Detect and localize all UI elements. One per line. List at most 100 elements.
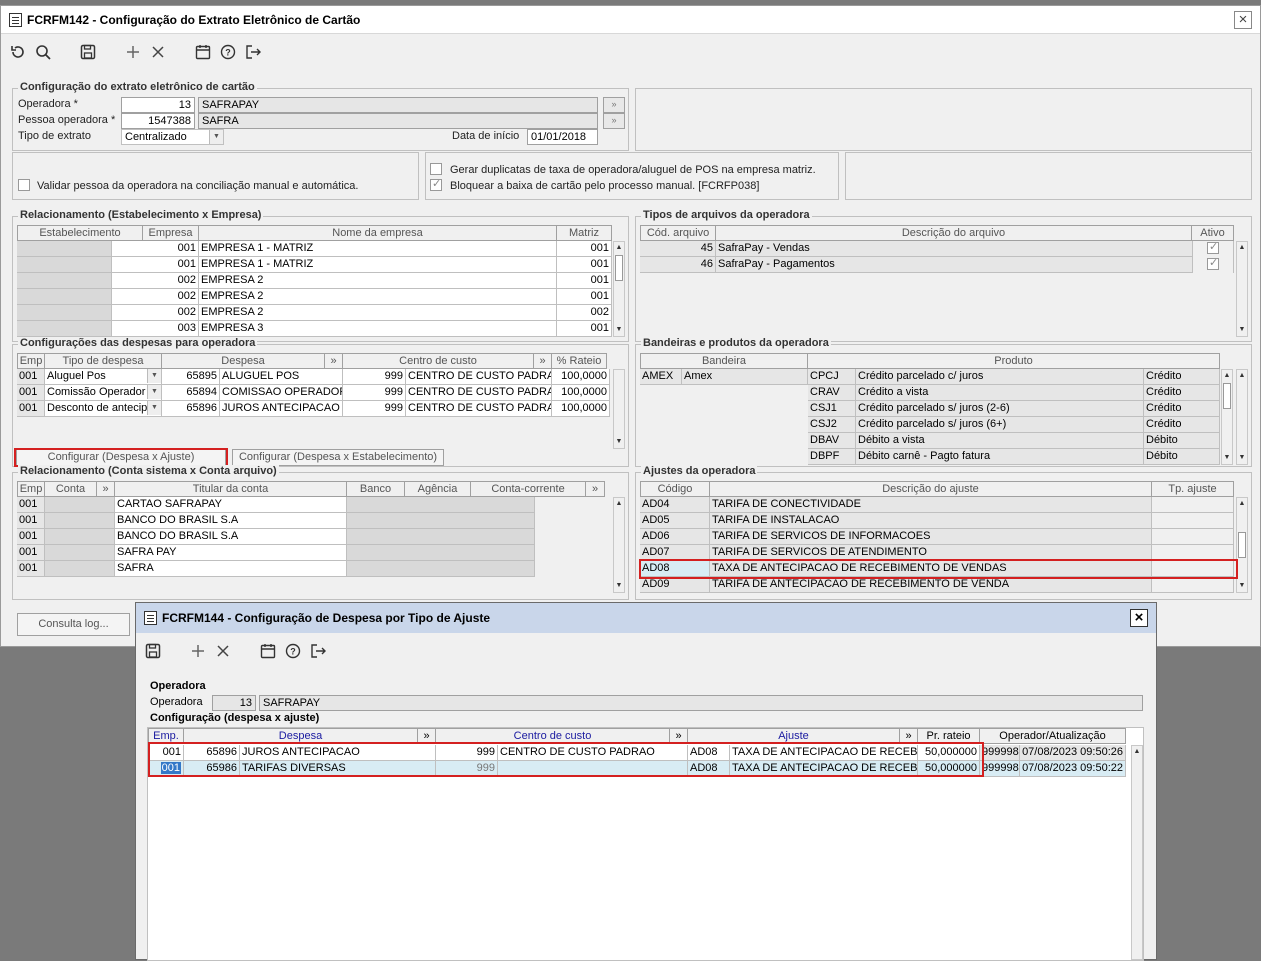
table-row[interactable]: 001 BANCO DO BRASIL S.A (17, 513, 535, 529)
chevron-down-icon[interactable]: ▼ (209, 130, 223, 144)
gerar-checkbox[interactable] (430, 163, 442, 175)
table-row[interactable]: AD05 TARIFA DE INSTALACAO (640, 513, 1234, 529)
table-row[interactable]: 002 EMPRESA 2 001 (17, 273, 612, 289)
configurar-despesa-ajuste-button[interactable]: Configurar (Despesa x Ajuste) (16, 449, 226, 466)
bloquear-checkbox[interactable] (430, 177, 442, 191)
col-centro-custo[interactable]: Centro de custo (436, 728, 670, 744)
col-produto[interactable]: Produto (808, 353, 1220, 369)
table-row[interactable]: CSJ1 Crédito parcelado s/ juros (2-6) Cr… (808, 401, 1220, 417)
tipos-arquivos-scrollbar[interactable]: ▲ ▼ (1236, 241, 1248, 337)
refresh-icon[interactable] (5, 39, 30, 64)
col-emp[interactable]: Emp (17, 481, 45, 497)
table-row[interactable]: AD09 TARIFA DE ANTECIPACAO DE RECEBIMENT… (640, 577, 1234, 593)
bandeiras-scrollbar[interactable]: ▲ ▼ (1236, 369, 1248, 465)
table-row[interactable]: AD04 TARIFA DE CONECTIVIDADE (640, 497, 1234, 513)
ajuste-lookup-icon[interactable]: » (900, 728, 918, 744)
col-despesa[interactable]: Despesa (184, 728, 418, 744)
close-button[interactable]: × (1234, 11, 1252, 29)
help-icon[interactable]: ? (280, 638, 305, 663)
dialog-grid-scrollbar[interactable]: ▲ (1131, 745, 1143, 960)
add-icon[interactable] (185, 638, 210, 663)
col-centro-custo[interactable]: Centro de custo (343, 353, 534, 369)
table-row[interactable]: 002 EMPRESA 2 002 (17, 305, 612, 321)
table-row[interactable]: AD06 TARIFA DE SERVICOS DE INFORMACOES (640, 529, 1234, 545)
exit-icon[interactable] (305, 638, 330, 663)
contas-scrollbar[interactable]: ▲ ▼ (613, 497, 625, 593)
search-icon[interactable] (30, 39, 55, 64)
despesa-lookup-icon[interactable]: » (325, 353, 343, 369)
table-row[interactable]: 001 CARTAO SAFRAPAY (17, 497, 535, 513)
chevron-down-icon[interactable]: ▼ (147, 369, 161, 383)
col-cod-arquivo[interactable]: Cód. arquivo (640, 225, 716, 241)
tipo-extrato-select[interactable]: Centralizado ▼ (121, 129, 224, 145)
col-ajuste[interactable]: Ajuste (688, 728, 900, 744)
col-descricao-ajuste[interactable]: Descrição do ajuste (710, 481, 1152, 497)
help-icon[interactable]: ? (215, 39, 240, 64)
col-conta[interactable]: Conta (45, 481, 97, 497)
data-inicio-field[interactable]: 01/01/2018 (527, 129, 598, 145)
col-ativo[interactable]: Ativo (1192, 225, 1234, 241)
conta-corrente-lookup-icon[interactable]: » (586, 481, 605, 497)
table-row[interactable]: 46 SafraPay - Pagamentos (640, 257, 1234, 273)
configurar-despesa-estab-button[interactable]: Configurar (Despesa x Estabelecimento) (232, 449, 444, 466)
pessoa-lookup-button[interactable]: » (603, 113, 625, 129)
table-row[interactable]: 001 SAFRA (17, 561, 535, 577)
table-row[interactable]: 001 Comissão Operador ▼ 65894 COMISSAO OP… (17, 385, 610, 401)
validar-checkbox[interactable] (18, 179, 30, 191)
col-tipo-despesa[interactable]: Tipo de despesa (45, 353, 162, 369)
calendar-icon[interactable] (255, 638, 280, 663)
add-icon[interactable] (120, 39, 145, 64)
consulta-log-button[interactable]: Consulta log... (17, 613, 130, 636)
table-row-selected[interactable]: AD08 TAXA DE ANTECIPACAO DE RECEBIMENTO … (640, 561, 1234, 577)
col-estabelecimento[interactable]: Estabelecimento (17, 225, 143, 241)
chevron-down-icon[interactable]: ▼ (147, 385, 161, 399)
col-operador-atualizacao[interactable]: Operador/Atualização (980, 728, 1126, 744)
table-row[interactable]: 003 EMPRESA 3 001 (17, 321, 612, 337)
table-row-selected[interactable]: 001 65986 TARIFAS DIVERSAS 999 AD08 TAXA… (148, 761, 1126, 777)
delete-icon[interactable] (145, 39, 170, 64)
operadora-lookup-button[interactable]: » (603, 97, 625, 113)
col-rateio[interactable]: % Rateio (552, 353, 607, 369)
col-despesa[interactable]: Despesa (162, 353, 325, 369)
table-row[interactable]: 001 65896 JUROS ANTECIPACAO 999 CENTRO D… (148, 745, 1126, 761)
relacionamento-scrollbar[interactable]: ▲ ▼ (613, 241, 625, 337)
save-icon[interactable] (75, 39, 100, 64)
calendar-icon[interactable] (190, 39, 215, 64)
tipo-despesa-cell[interactable]: Aluguel Pos ▼ (45, 369, 162, 385)
centro-custo-lookup-icon[interactable]: » (534, 353, 552, 369)
table-row[interactable]: DBPF Débito carnê - Pagto fatura Débito (808, 449, 1220, 465)
col-descricao-arquivo[interactable]: Descrição do arquivo (716, 225, 1192, 241)
table-row[interactable]: 001 Desconto de antecip ▼ 65896 JUROS ANT… (17, 401, 610, 417)
table-row[interactable]: 45 SafraPay - Vendas (640, 241, 1234, 257)
ativo-checkbox[interactable] (1207, 257, 1219, 271)
col-emp[interactable]: Emp. (148, 728, 184, 744)
chevron-down-icon[interactable]: ▼ (147, 401, 161, 415)
table-row[interactable]: AD07 TARIFA DE SERVICOS DE ATENDIMENTO (640, 545, 1234, 561)
tipo-despesa-cell[interactable]: Desconto de antecip ▼ (45, 401, 162, 417)
save-icon[interactable] (140, 638, 165, 663)
dialog-close-button[interactable]: × (1130, 609, 1148, 627)
table-row[interactable]: DBAV Débito a vista Débito (808, 433, 1220, 449)
col-tp-ajuste[interactable]: Tp. ajuste (1152, 481, 1234, 497)
delete-icon[interactable] (210, 638, 235, 663)
produtos-scrollbar[interactable]: ▲ ▼ (1221, 369, 1233, 465)
col-bandeira[interactable]: Bandeira (640, 353, 808, 369)
col-emp[interactable]: Emp (17, 353, 45, 369)
operadora-code-field[interactable]: 13 (121, 97, 195, 113)
exit-icon[interactable] (240, 39, 265, 64)
tipo-despesa-cell[interactable]: Comissão Operador ▼ (45, 385, 162, 401)
table-row[interactable]: 001 EMPRESA 1 - MATRIZ 001 (17, 257, 612, 273)
col-matriz[interactable]: Matriz (557, 225, 612, 241)
table-row[interactable]: 001 SAFRA PAY (17, 545, 535, 561)
despesas-scrollbar[interactable]: ▼ (613, 369, 625, 449)
table-row[interactable]: 002 EMPRESA 2 001 (17, 289, 612, 305)
emp-selected-text[interactable]: 001 (160, 762, 181, 774)
col-nome-empresa[interactable]: Nome da empresa (199, 225, 557, 241)
centro-custo-lookup-icon[interactable]: » (670, 728, 688, 744)
conta-lookup-icon[interactable]: » (97, 481, 115, 497)
ativo-checkbox[interactable] (1207, 241, 1219, 255)
table-row[interactable]: CPCJ Crédito parcelado c/ juros Crédito (808, 369, 1220, 385)
table-row[interactable]: 001 Aluguel Pos ▼ 65895 ALUGUEL POS 999 C… (17, 369, 610, 385)
col-pr-rateio[interactable]: Pr. rateio (918, 728, 980, 744)
table-row[interactable]: CSJ2 Crédito parcelado s/ juros (6+) Cré… (808, 417, 1220, 433)
